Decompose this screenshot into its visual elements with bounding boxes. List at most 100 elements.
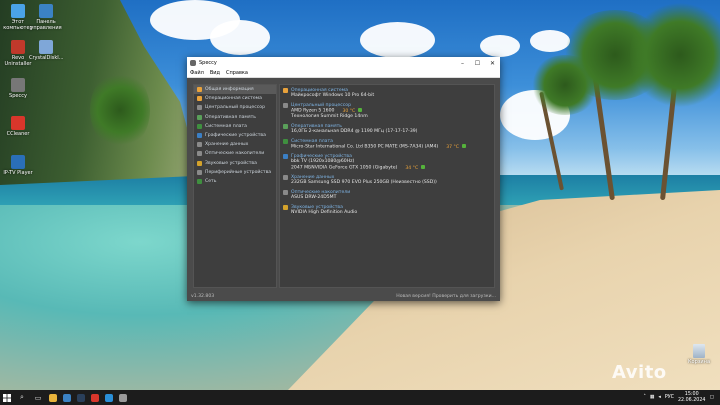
desktop-icon-speccy[interactable]: Speccy: [1, 78, 35, 99]
desktop-icon-crystaldiskinfo[interactable]: CrystalDiskI...: [29, 40, 64, 61]
summary-section: Хранение данных 232GB Samsung SSD 970 EVO…: [283, 174, 491, 186]
desktop-icon-control-panel[interactable]: Панель управления: [29, 4, 63, 31]
section-value: NVIDIA High Definition Audio: [283, 210, 491, 216]
summary-section: Графические устройства bbk TV (1920x1080@…: [283, 153, 491, 171]
category-icon: [197, 87, 202, 93]
update-link[interactable]: Новая версия! Проверить для загрузки...: [396, 294, 496, 299]
taskbar-app-button[interactable]: [102, 390, 116, 405]
nav-item-label: Операционная система: [205, 96, 262, 102]
tray-chevron-icon[interactable]: ˄: [643, 395, 645, 400]
menu-view[interactable]: Вид: [210, 70, 220, 76]
value-text: 16,0ГБ 2-канальная DDR4 @ 1190 МГц (17-1…: [291, 129, 418, 134]
desktop-icon-label: CCleaner: [6, 131, 30, 137]
section-heading-text: Оптические накопители: [291, 189, 351, 195]
file-explorer-icon: [49, 393, 57, 402]
search-icon: ⌕: [20, 393, 24, 401]
nav-item[interactable]: Оперативная память: [194, 113, 276, 122]
section-value: ASUS DRW-24D5MT: [283, 195, 491, 201]
value-text: 232GB Samsung SSD 970 EVO Plus 250GB (Не…: [291, 180, 437, 185]
start-button[interactable]: [0, 390, 14, 405]
volume-icon[interactable]: ◂: [658, 395, 660, 400]
category-icon: [283, 174, 288, 180]
summary-section: Оптические накопители ASUS DRW-24D5MT: [283, 189, 491, 201]
taskbar-app-button[interactable]: [116, 390, 130, 405]
clock[interactable]: 15:00 22.06.2024: [678, 392, 705, 403]
category-icon: [197, 133, 202, 139]
nav-item-label: Хранение данных: [205, 142, 249, 148]
value-text: NVIDIA High Definition Audio: [291, 210, 358, 215]
summary-section: Звуковые устройства NVIDIA High Definitio…: [283, 204, 491, 216]
clock-date: 22.06.2024: [677, 397, 706, 403]
window-content: Общая информация Операционная система Цент…: [187, 78, 500, 291]
taskbar-app-button[interactable]: [74, 390, 88, 405]
category-icon: [197, 178, 202, 184]
edge-icon: [105, 393, 113, 402]
nav-item[interactable]: Оптические накопители: [194, 149, 276, 158]
nav-item[interactable]: Сеть: [194, 177, 276, 186]
section-heading-text: Звуковые устройства: [291, 204, 343, 210]
control-panel-icon: [39, 4, 53, 18]
network-icon[interactable]: ▦: [650, 395, 655, 400]
desktop-icon-label: Панель управления: [30, 19, 62, 31]
value-text: Майкрософт Windows 10 Pro 64-bit: [291, 93, 375, 98]
category-icon: [197, 96, 202, 102]
taskbar-app-button[interactable]: [46, 390, 60, 405]
crystaldiskinfo-icon: [39, 40, 53, 54]
value-text: Micro-Star International Co. Ltd B350 PC…: [291, 144, 439, 150]
task-view-icon: ▭: [34, 393, 42, 402]
category-icon: [197, 114, 202, 120]
menu-help[interactable]: Справка: [226, 70, 248, 76]
watermark: Avito: [612, 362, 667, 383]
nav-item-label: Сеть: [205, 178, 217, 184]
nav-item-label: Оптические накопители: [205, 151, 265, 157]
task-view-button[interactable]: ▭: [30, 390, 46, 405]
nav-item[interactable]: Операционная система: [194, 94, 276, 103]
desktop-icon-label: IP-TV Player: [3, 170, 33, 176]
nav-item[interactable]: Общая информация: [194, 85, 276, 95]
summary-section: Операционная система Майкрософт Windows 1…: [283, 87, 491, 99]
language-indicator[interactable]: РУС: [665, 395, 674, 400]
temperature-value: 34 °C: [405, 165, 419, 171]
window-controls: – ☐ ✕: [455, 57, 500, 69]
nav-item-label: Периферийные устройства: [205, 169, 272, 175]
category-icon: [197, 151, 202, 157]
section-value: 232GB Samsung SSD 970 EVO Plus 250GB (Не…: [283, 180, 491, 186]
version-label: v1.32.803: [191, 293, 215, 299]
chrome-icon: [91, 393, 99, 402]
summary-section: Системная плата Micro-Star International …: [283, 138, 491, 150]
wallpaper-cloud: [360, 22, 435, 58]
nav-item[interactable]: Звуковые устройства: [194, 159, 276, 168]
category-icon: [283, 102, 288, 108]
nav-item[interactable]: Центральный процессор: [194, 103, 276, 112]
section-heading-text: Графические устройства: [291, 153, 352, 159]
minimize-button[interactable]: –: [455, 57, 470, 69]
title-bar[interactable]: Speccy – ☐ ✕: [187, 57, 500, 69]
close-button[interactable]: ✕: [485, 57, 500, 69]
nav-item-label: Оперативная память: [205, 114, 257, 120]
temperature-status-icon: [421, 165, 426, 169]
desktop-icon-iptv-player[interactable]: IP-TV Player: [1, 155, 35, 176]
search-button[interactable]: ⌕: [14, 390, 30, 405]
category-icon: [283, 123, 288, 129]
system-tray: ˄ ▦ ◂ РУС 15:00 22.06.2024 ▢: [643, 390, 714, 405]
desktop-icon-recycle-bin[interactable]: Корзина: [684, 344, 714, 365]
section-heading-text: Оперативная память: [291, 123, 343, 129]
taskbar-app-button[interactable]: [60, 390, 74, 405]
revo-uninstaller-icon: [11, 40, 25, 54]
section-heading-text: Системная плата: [291, 138, 333, 144]
wallpaper-cloud: [480, 35, 520, 57]
desktop-icon-ccleaner[interactable]: CCleaner: [1, 116, 35, 137]
nav-item[interactable]: Системная плата: [194, 122, 276, 131]
section-value: 16,0ГБ 2-канальная DDR4 @ 1190 МГц (17-1…: [283, 129, 491, 135]
speccy-window[interactable]: Speccy – ☐ ✕ Файл Вид Справка Общая инфо…: [187, 57, 500, 301]
nav-item[interactable]: Хранение данных: [194, 140, 276, 149]
maximize-button[interactable]: ☐: [470, 57, 485, 69]
section-value: Майкрософт Windows 10 Pro 64-bit: [283, 93, 491, 99]
notifications-icon[interactable]: ▢: [709, 395, 714, 400]
taskbar-app-button[interactable]: [88, 390, 102, 405]
nav-item[interactable]: Графические устройства: [194, 131, 276, 140]
section-value: 2047 МБNVIDIA GeForce GTX 1050 (Gigabyte…: [283, 165, 491, 171]
menu-file[interactable]: Файл: [190, 70, 204, 76]
taskbar-apps: [46, 390, 130, 405]
nav-item[interactable]: Периферийные устройства: [194, 168, 276, 177]
